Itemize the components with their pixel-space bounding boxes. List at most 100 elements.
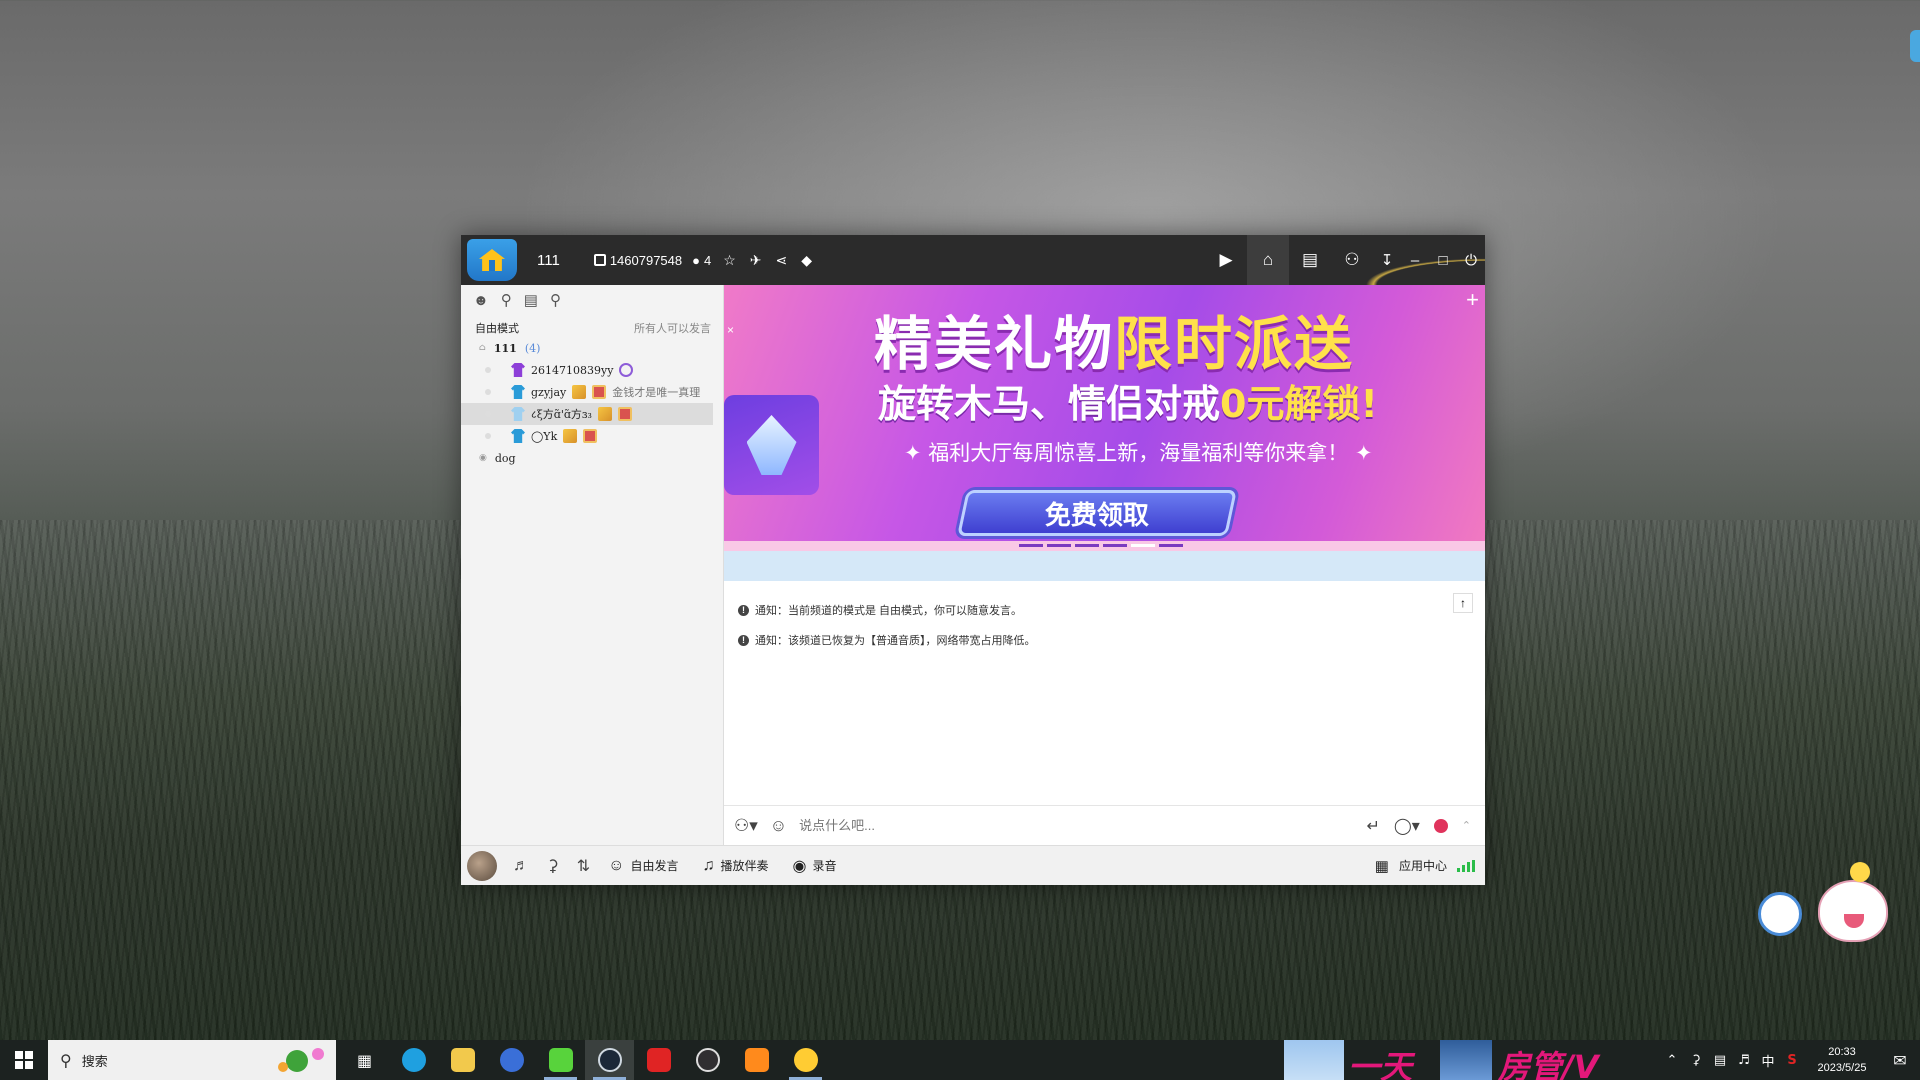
ime-indicator[interactable]: 中 bbox=[1756, 1051, 1780, 1070]
sparkle-icon: ✦ bbox=[1348, 441, 1373, 465]
maximize-button[interactable]: □ bbox=[1429, 235, 1457, 285]
minimize-button[interactable]: – bbox=[1401, 235, 1429, 285]
fan-icon bbox=[1758, 892, 1802, 936]
chevron-up-icon[interactable]: ⌃ bbox=[1660, 1053, 1684, 1068]
desktop-edge-icon[interactable] bbox=[1910, 30, 1920, 62]
list-icon[interactable]: ▤ bbox=[1289, 235, 1331, 285]
app-logo-icon[interactable] bbox=[467, 239, 517, 281]
user-row[interactable]: ◯Yk bbox=[461, 425, 723, 447]
banner-headline-b: 限时派送 bbox=[1114, 310, 1355, 378]
taskbar-app-orange[interactable] bbox=[732, 1040, 781, 1080]
send-icon[interactable]: ↵ bbox=[1366, 816, 1379, 836]
play-music-label: 播放伴奏 bbox=[720, 859, 769, 873]
taskbar-app-steam[interactable] bbox=[585, 1040, 634, 1080]
power-button[interactable]: ⏻ bbox=[1457, 235, 1485, 285]
channel-item[interactable]: ⌂ 111 (4) bbox=[461, 337, 723, 359]
desktop-pet-mascot[interactable] bbox=[1758, 862, 1898, 962]
carousel-dot[interactable] bbox=[1019, 544, 1043, 547]
banner-text-2: 房管/V bbox=[1498, 1048, 1599, 1080]
home-icon[interactable]: ⌂ bbox=[1247, 235, 1289, 285]
user-row-selected[interactable]: ८ξ方ɑ̃'ɑ̃方ɜ₃ bbox=[461, 403, 713, 425]
search-icon: ⚲ bbox=[60, 1050, 72, 1070]
star-icon[interactable]: ☆ bbox=[723, 252, 736, 269]
vest-icon bbox=[511, 363, 525, 377]
chevron-up-icon[interactable]: ⌃ bbox=[1462, 819, 1471, 832]
start-button[interactable] bbox=[0, 1040, 48, 1080]
notes-icon[interactable]: ▤ bbox=[524, 291, 538, 309]
user-name: 2614710839yy bbox=[531, 363, 614, 377]
channel-item[interactable]: ◉ dog bbox=[461, 447, 723, 469]
mixer-icon[interactable]: ⇅ bbox=[577, 856, 590, 876]
user-row[interactable]: 2614710839yy bbox=[461, 359, 723, 381]
taskbar-app-edge[interactable] bbox=[389, 1040, 438, 1080]
taskbar-app-kook[interactable] bbox=[536, 1040, 585, 1080]
channel-name: 111 bbox=[493, 341, 517, 355]
rocket-image bbox=[1440, 1040, 1492, 1080]
taskbar-app-yy[interactable] bbox=[781, 1040, 830, 1080]
microphone-icon[interactable]: ⚳ bbox=[1684, 1053, 1708, 1068]
taskbar-banner: 一天 房管/V bbox=[1284, 1040, 1630, 1080]
chat-log: ! 通知：当前频道的模式是 自由模式，你可以随意发言。 ! 通知：该频道已恢复为… bbox=[724, 581, 1485, 655]
carousel-dot[interactable] bbox=[1047, 544, 1071, 547]
gamepad-icon[interactable]: ⚇ bbox=[1331, 235, 1373, 285]
taskbar-app-m[interactable] bbox=[487, 1040, 536, 1080]
vest-icon bbox=[511, 429, 525, 443]
info-icon: ! bbox=[738, 634, 749, 646]
message-input[interactable] bbox=[799, 818, 1320, 833]
avatar[interactable] bbox=[467, 850, 497, 881]
claim-free-button[interactable]: 免费领取 bbox=[957, 490, 1237, 536]
plane-icon[interactable]: ✈ bbox=[750, 252, 762, 269]
sogou-icon[interactable]: S bbox=[1780, 1053, 1804, 1068]
search-icon[interactable]: ⚲ bbox=[550, 291, 561, 309]
network-icon[interactable]: ▤ bbox=[1708, 1053, 1732, 1068]
play-music-button[interactable]: ♫ 播放伴奏 bbox=[702, 857, 768, 875]
room-id-value: 1460797548 bbox=[609, 252, 683, 268]
speaker-icon[interactable]: ♬ bbox=[513, 857, 529, 875]
notice-text: 通知：该频道已恢复为【普通音质】，网络带宽占用降低。 bbox=[755, 635, 1036, 647]
room-id[interactable]: 1460797548 bbox=[593, 252, 683, 268]
taskbar-search-box[interactable]: ⚲ 搜索 bbox=[48, 1040, 336, 1080]
free-speak-button[interactable]: ☺ 自由发言 bbox=[608, 857, 678, 875]
banner-subheadline-a: 旋转木马、情侣对戒 bbox=[878, 382, 1221, 426]
scroll-top-button[interactable]: ↑ bbox=[1453, 593, 1473, 613]
taskbar-app-netease-music[interactable] bbox=[634, 1040, 683, 1080]
chat-bubble-icon[interactable]: ◯▾ bbox=[1394, 816, 1420, 836]
banner-text-1: 一天 bbox=[1348, 1048, 1413, 1080]
volume-icon[interactable]: ♬ bbox=[1732, 1053, 1756, 1068]
crystal-icon bbox=[746, 415, 797, 475]
gamepad-menu-icon[interactable]: ⚇▾ bbox=[734, 816, 758, 836]
download-icon[interactable]: ↧ bbox=[1373, 235, 1401, 285]
share-icon[interactable]: ⋖ bbox=[776, 252, 788, 269]
gift-card[interactable] bbox=[724, 395, 819, 495]
app-center-button[interactable]: 应用中心 bbox=[1399, 857, 1447, 874]
clock[interactable]: 20:33 2023/5/25 bbox=[1804, 1044, 1880, 1076]
carousel-dot[interactable] bbox=[1075, 544, 1099, 547]
music-note-icon: ♫ bbox=[702, 856, 715, 874]
notice-line: ! 通知：当前频道的模式是 自由模式，你可以随意发言。 bbox=[738, 595, 1485, 625]
carousel-dot[interactable] bbox=[1103, 544, 1127, 547]
person-icon[interactable]: ☻ bbox=[473, 292, 489, 309]
location-icon[interactable]: ⚲ bbox=[501, 291, 512, 309]
orange-app-icon bbox=[744, 1048, 769, 1072]
taskbar-app-obs[interactable] bbox=[683, 1040, 732, 1080]
task-view-button[interactable]: ▦ bbox=[340, 1040, 389, 1080]
close-icon[interactable]: × bbox=[727, 323, 734, 337]
taskbar-app-file-explorer[interactable] bbox=[438, 1040, 487, 1080]
channel-name: dog bbox=[494, 451, 516, 465]
sticker-icon[interactable]: ☺ bbox=[770, 816, 787, 836]
rose-gift-icon[interactable] bbox=[1433, 818, 1448, 833]
add-icon[interactable]: + bbox=[1466, 287, 1479, 313]
title-bar[interactable]: 111 1460797548 ● 4 ☆ ✈ ⋖ ◆ ▶ ⌂ ▤ ⚇ ↧ – □… bbox=[461, 235, 1485, 285]
carousel-dot[interactable] bbox=[1159, 544, 1183, 547]
carousel-dot-active[interactable] bbox=[1131, 544, 1155, 547]
app-grid-icon[interactable]: ▦ bbox=[1375, 857, 1389, 875]
voice-control-bar: ♬ ⚳ ⇅ ☺ 自由发言 ♫ 播放伴奏 ◉ 录音 ▦ 应用中心 bbox=[461, 845, 1485, 885]
shield-icon[interactable]: ◆ bbox=[801, 252, 812, 269]
promo-banner[interactable]: × 精美礼物限时派送 旋转木马、情侣对戒0元解锁! ✦ 福利大厅每周惊喜上新，海… bbox=[724, 285, 1485, 551]
video-icon[interactable]: ▶ bbox=[1205, 235, 1247, 285]
microphone-icon[interactable]: ⚳ bbox=[547, 856, 559, 876]
notification-center-icon[interactable]: ✉ bbox=[1880, 1040, 1920, 1080]
record-button[interactable]: ◉ 录音 bbox=[793, 856, 837, 876]
user-row[interactable]: gzyjay 金钱才是唯一真理 bbox=[461, 381, 723, 403]
online-count[interactable]: ● 4 bbox=[692, 253, 711, 268]
